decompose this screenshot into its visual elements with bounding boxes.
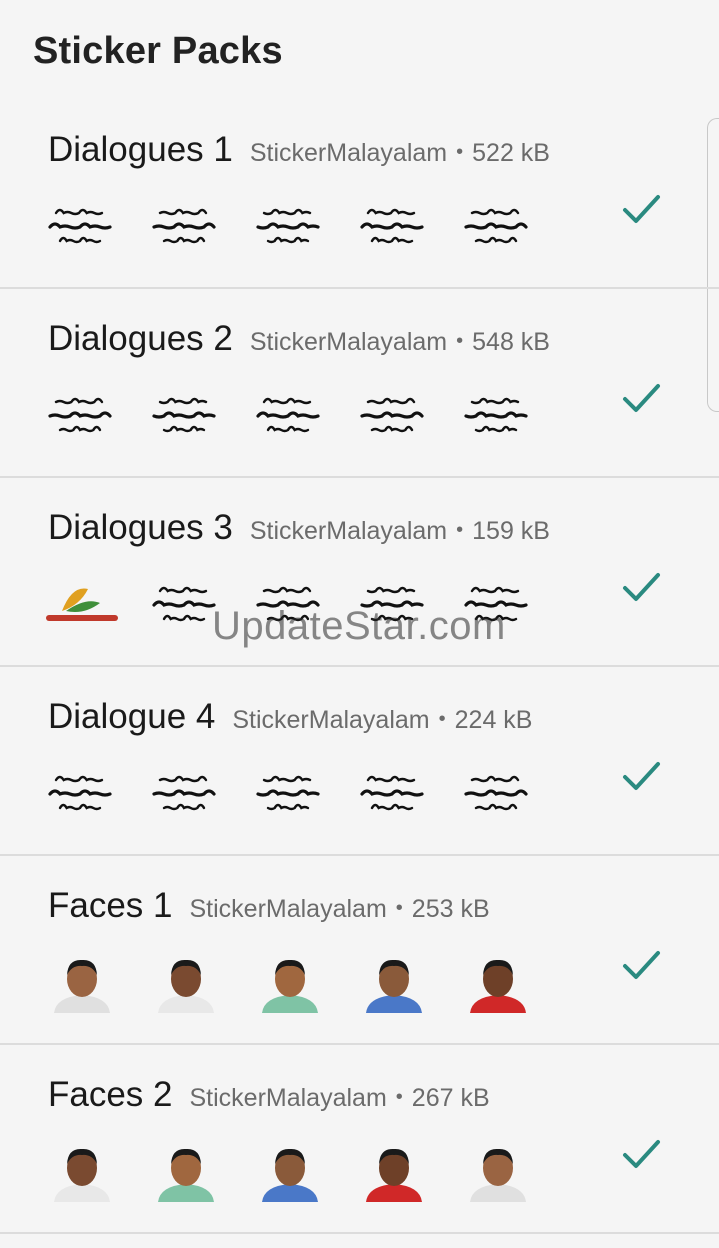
pack-meta: StickerMalayalam • 522 kB — [250, 139, 550, 168]
meta-separator: • — [456, 519, 464, 541]
pack-meta: StickerMalayalam • 253 kB — [190, 895, 490, 924]
text-sticker-preview — [30, 384, 134, 448]
added-check-icon[interactable] — [620, 1133, 662, 1175]
face-sticker-preview — [30, 951, 134, 1015]
pack-size: 522 kB — [472, 139, 550, 167]
pack-name: Faces 1 — [48, 886, 173, 925]
meta-separator: • — [395, 1086, 403, 1108]
text-sticker-preview — [238, 195, 342, 259]
meta-separator: • — [456, 141, 464, 163]
text-sticker-preview — [134, 384, 238, 448]
sticker-pack-row[interactable]: Dialogues 2 StickerMalayalam • 548 kB — [0, 289, 719, 478]
text-sticker-preview — [30, 195, 134, 259]
pack-publisher: StickerMalayalam — [249, 517, 448, 545]
sticker-previews — [30, 1140, 550, 1204]
pack-size: 253 kB — [411, 895, 490, 923]
pack-name: Dialogues 1 — [48, 130, 233, 169]
face-sticker-preview — [446, 951, 550, 1015]
pack-publisher: StickerMalayalam — [249, 328, 448, 356]
sticker-previews — [30, 951, 550, 1015]
text-sticker-preview — [134, 762, 238, 826]
text-sticker-preview — [446, 762, 550, 826]
added-check-icon[interactable] — [620, 566, 662, 608]
face-sticker-preview — [134, 1140, 238, 1204]
sticker-previews — [30, 384, 550, 448]
text-sticker-preview — [342, 762, 446, 826]
meta-separator: • — [438, 708, 446, 730]
face-sticker-preview — [134, 951, 238, 1015]
sticker-previews — [30, 195, 550, 259]
watermark: UpdateStar.com — [212, 604, 506, 648]
text-sticker-preview — [134, 195, 238, 259]
pack-name: Dialogues 3 — [48, 508, 233, 547]
text-sticker-preview — [446, 384, 550, 448]
pack-header: Dialogue 4 StickerMalayalam • 224 kB — [48, 697, 532, 737]
face-sticker-preview — [342, 1140, 446, 1204]
pack-size: 159 kB — [472, 517, 550, 545]
pack-publisher: StickerMalayalam — [189, 1084, 387, 1112]
pack-header: Dialogues 2 StickerMalayalam • 548 kB — [48, 319, 550, 359]
added-check-icon[interactable] — [620, 188, 662, 230]
logo-sticker-preview — [30, 573, 134, 637]
pack-name: Dialogue 4 — [48, 697, 216, 736]
pack-header: Dialogues 3 StickerMalayalam • 159 kB — [48, 508, 550, 548]
pack-size: 224 kB — [454, 706, 533, 734]
text-sticker-preview — [30, 762, 134, 826]
text-sticker-preview — [342, 195, 446, 259]
pack-name: Dialogues 2 — [48, 319, 233, 358]
sticker-packs-screen: Sticker Packs Dialogues 1 StickerMalayala… — [0, 0, 719, 1248]
face-sticker-preview — [238, 1140, 342, 1204]
added-check-icon[interactable] — [620, 944, 662, 986]
face-sticker-preview — [342, 951, 446, 1015]
pack-meta: StickerMalayalam • 159 kB — [250, 517, 550, 546]
pack-header: Dialogues 1 StickerMalayalam • 522 kB — [48, 130, 550, 170]
sticker-pack-row[interactable]: Dialogues 1 StickerMalayalam • 522 kB — [0, 100, 719, 289]
meta-separator: • — [456, 330, 464, 352]
pack-name: Faces 2 — [48, 1075, 173, 1114]
pack-publisher: StickerMalayalam — [232, 706, 430, 734]
page-title: Sticker Packs — [33, 30, 283, 72]
pack-meta: StickerMalayalam • 267 kB — [190, 1084, 490, 1113]
pack-header: Faces 1 StickerMalayalam • 253 kB — [48, 886, 490, 926]
added-check-icon[interactable] — [620, 377, 662, 419]
sticker-pack-row[interactable]: Dialogue 4 StickerMalayalam • 224 kB — [0, 667, 719, 856]
pack-meta: StickerMalayalam • 548 kB — [250, 328, 550, 357]
pack-publisher: StickerMalayalam — [189, 895, 387, 923]
meta-separator: • — [395, 897, 403, 919]
face-sticker-preview — [446, 1140, 550, 1204]
text-sticker-preview — [238, 762, 342, 826]
sticker-pack-row[interactable]: Faces 2 StickerMalayalam • 267 kB — [0, 1045, 719, 1234]
face-sticker-preview — [238, 951, 342, 1015]
pack-size: 267 kB — [411, 1084, 490, 1112]
sticker-previews — [30, 762, 550, 826]
sticker-pack-row[interactable]: Faces 1 StickerMalayalam • 253 kB — [0, 856, 719, 1045]
pack-size: 548 kB — [472, 328, 550, 356]
pack-list: Dialogues 1 StickerMalayalam • 522 kB Dialog… — [0, 100, 719, 1234]
pack-publisher: StickerMalayalam — [249, 139, 448, 167]
added-check-icon[interactable] — [620, 755, 662, 797]
text-sticker-preview — [446, 195, 550, 259]
pack-meta: StickerMalayalam • 224 kB — [232, 706, 532, 735]
text-sticker-preview — [342, 384, 446, 448]
face-sticker-preview — [30, 1140, 134, 1204]
text-sticker-preview — [238, 384, 342, 448]
pack-header: Faces 2 StickerMalayalam • 267 kB — [48, 1075, 490, 1115]
